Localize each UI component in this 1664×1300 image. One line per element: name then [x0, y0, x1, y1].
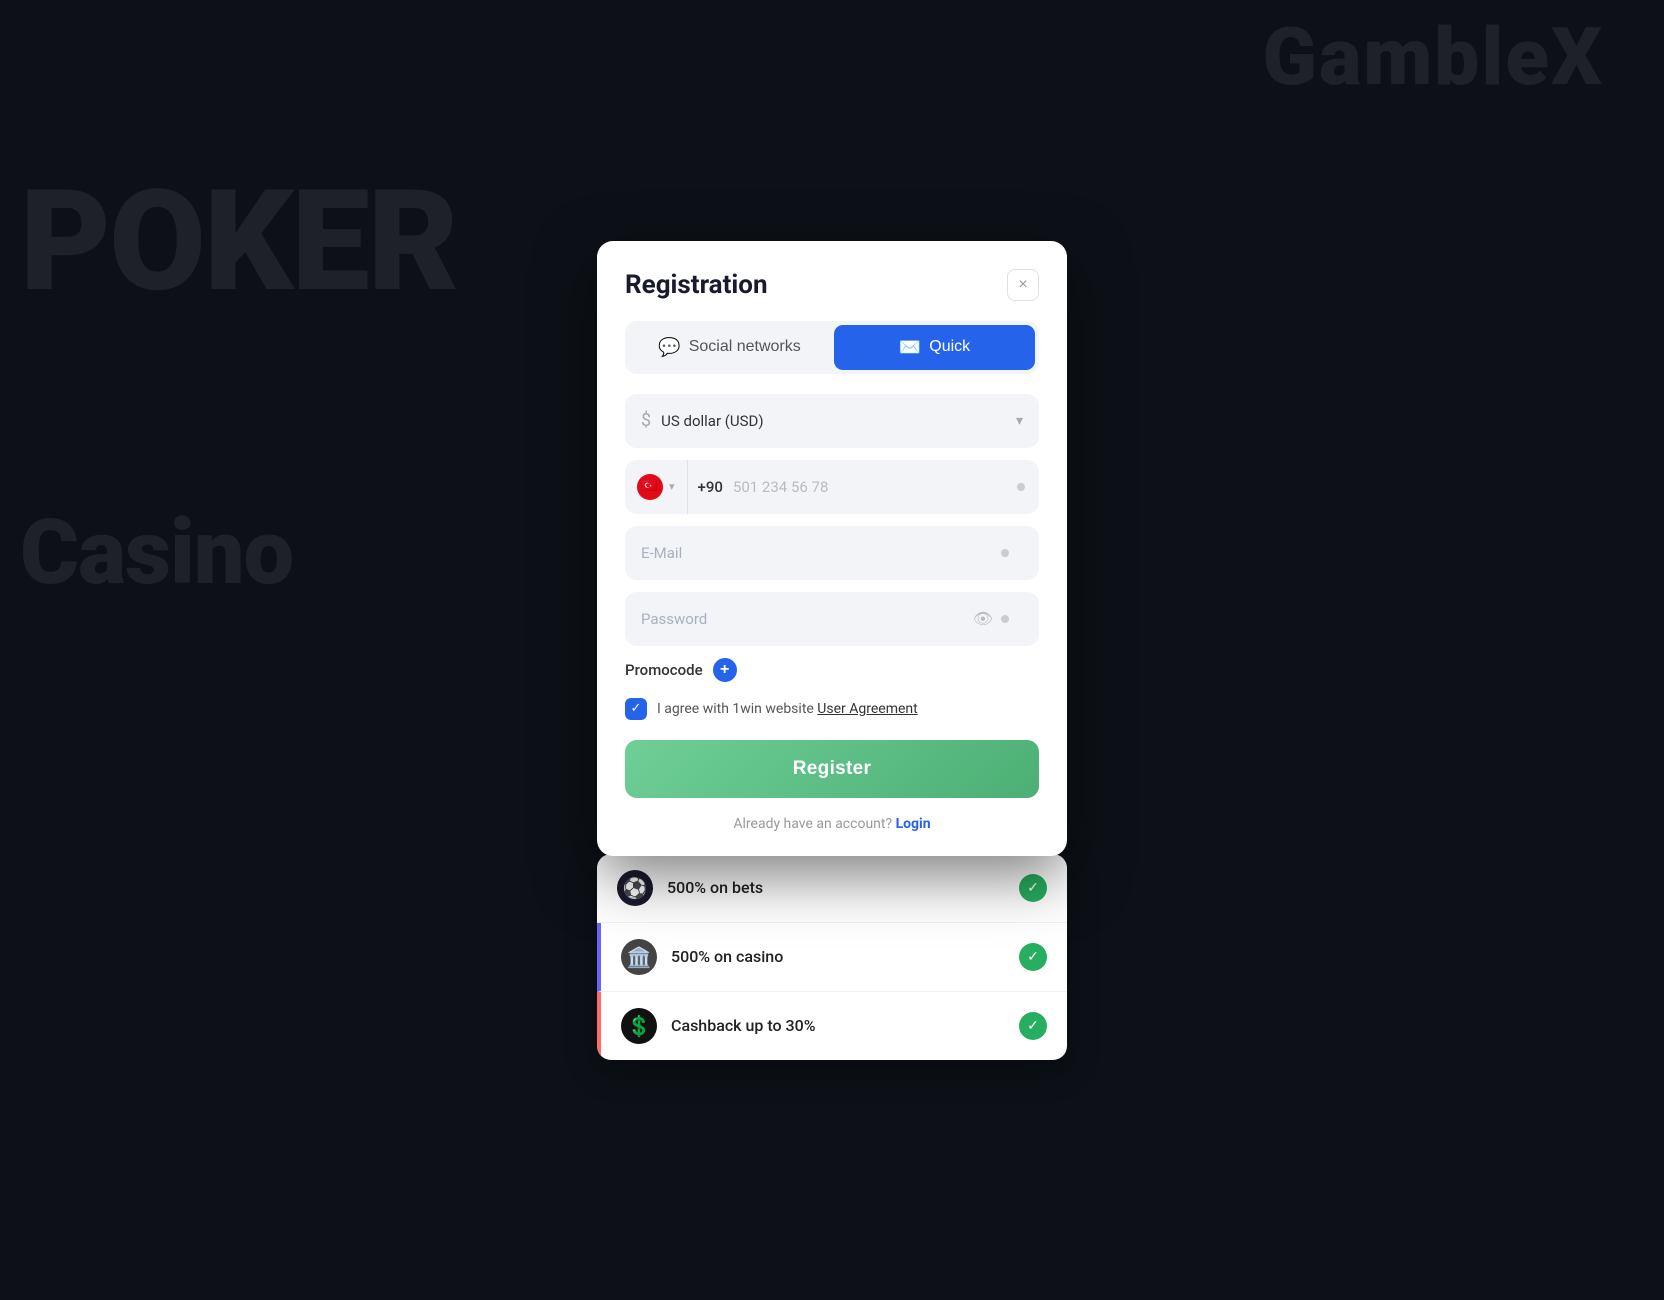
check-icon: ✓: [1027, 880, 1039, 896]
bonus-casino-text: 500% on casino: [671, 947, 1005, 966]
email-group: E-Mail: [625, 526, 1039, 580]
phone-placeholder: 501 234 56 78: [733, 478, 1017, 496]
promocode-label: Promocode: [625, 661, 703, 679]
currency-select[interactable]: $ US dollar (USD) ▾: [625, 394, 1039, 448]
bonus-item-bets: ⚽ 500% on bets ✓: [597, 854, 1067, 923]
add-promocode-button[interactable]: +: [713, 658, 737, 682]
bonus-item-cashback: 💲 Cashback up to 30% ✓: [597, 992, 1067, 1060]
checkmark-icon: ✓: [631, 701, 642, 716]
user-agreement-link[interactable]: User Agreement: [817, 701, 917, 717]
login-link[interactable]: Login: [896, 816, 931, 832]
modal-wrapper: Registration × 💬 Social networks ✉️ Quic…: [597, 241, 1067, 1060]
bg-logo-text: GambleX: [1262, 10, 1604, 104]
email-right: [1001, 549, 1023, 557]
tab-social-networks[interactable]: 💬 Social networks: [629, 325, 830, 370]
casino-icon-bg: 🏛️: [621, 939, 657, 975]
login-row: Already have an account? Login: [625, 816, 1039, 832]
soccer-icon-bg: ⚽: [617, 870, 653, 906]
password-required-dot: [1001, 615, 1009, 623]
bonus-casino-check: ✓: [1019, 943, 1047, 971]
currency-label: US dollar (USD): [661, 412, 763, 430]
country-selector[interactable]: 🇹🇷 ▾: [625, 460, 688, 514]
bg-casino-text: Casino: [20, 500, 293, 605]
bonus-cashback-text: Cashback up to 30%: [671, 1016, 1005, 1035]
tab-quick-label: Quick: [929, 338, 970, 356]
bonus-item-casino: 🏛️ 500% on casino ✓: [597, 923, 1067, 992]
email-required-dot: [1001, 549, 1009, 557]
soccer-icon: ⚽: [623, 876, 648, 900]
phone-required-dot: [1017, 483, 1025, 491]
check-icon-2: ✓: [1027, 949, 1039, 965]
tab-container: 💬 Social networks ✉️ Quick: [625, 321, 1039, 374]
cashback-icon-bg: 💲: [621, 1008, 657, 1044]
tab-quick[interactable]: ✉️ Quick: [834, 325, 1035, 370]
quick-icon: ✉️: [899, 337, 921, 358]
phone-group: 🇹🇷 ▾ +90 501 234 56 78: [625, 460, 1039, 514]
check-icon-3: ✓: [1027, 1018, 1039, 1034]
modal-header: Registration ×: [625, 269, 1039, 301]
password-field[interactable]: Password 👁: [625, 592, 1039, 646]
casino-icon: 🏛️: [627, 945, 652, 969]
password-group: Password 👁: [625, 592, 1039, 646]
phone-prefix: +90: [688, 478, 733, 496]
password-right: 👁: [973, 609, 1023, 628]
bg-numbers: 17: [20, 80, 229, 291]
password-placeholder: Password: [641, 610, 707, 628]
modal-title: Registration: [625, 270, 768, 300]
agreement-checkbox[interactable]: ✓: [625, 698, 647, 720]
dollar-icon: $: [641, 410, 651, 431]
bonus-cashback-check: ✓: [1019, 1012, 1047, 1040]
eye-icon[interactable]: 👁: [973, 609, 993, 628]
chevron-down-icon: ▾: [1016, 413, 1023, 429]
cashback-icon: 💲: [627, 1014, 652, 1038]
email-placeholder: E-Mail: [641, 544, 682, 562]
social-networks-icon: 💬: [658, 337, 680, 358]
currency-group: $ US dollar (USD) ▾: [625, 394, 1039, 448]
phone-field[interactable]: 🇹🇷 ▾ +90 501 234 56 78: [625, 460, 1039, 514]
email-field[interactable]: E-Mail: [625, 526, 1039, 580]
agreement-row: ✓ I agree with 1win website User Agreeme…: [625, 698, 1039, 720]
flag-chevron-icon: ▾: [669, 480, 675, 493]
bg-poker-text: POKER: [20, 160, 457, 324]
agreement-text: I agree with 1win website User Agreement: [657, 701, 918, 717]
register-button[interactable]: Register: [625, 740, 1039, 798]
registration-modal: Registration × 💬 Social networks ✉️ Quic…: [597, 241, 1067, 856]
currency-select-left: $ US dollar (USD): [641, 410, 764, 431]
agreement-prefix: I agree with 1win website: [657, 701, 817, 717]
bonus-bets-text: 500% on bets: [667, 878, 1005, 897]
promocode-row: Promocode +: [625, 658, 1039, 682]
tab-social-label: Social networks: [689, 338, 801, 356]
bonus-panel: ⚽ 500% on bets ✓ 🏛️ 500% on casino ✓ 💲 C…: [597, 854, 1067, 1060]
already-account-text: Already have an account?: [733, 816, 892, 832]
close-button[interactable]: ×: [1007, 269, 1039, 301]
turkey-flag: 🇹🇷: [637, 474, 663, 500]
bonus-bets-check: ✓: [1019, 874, 1047, 902]
